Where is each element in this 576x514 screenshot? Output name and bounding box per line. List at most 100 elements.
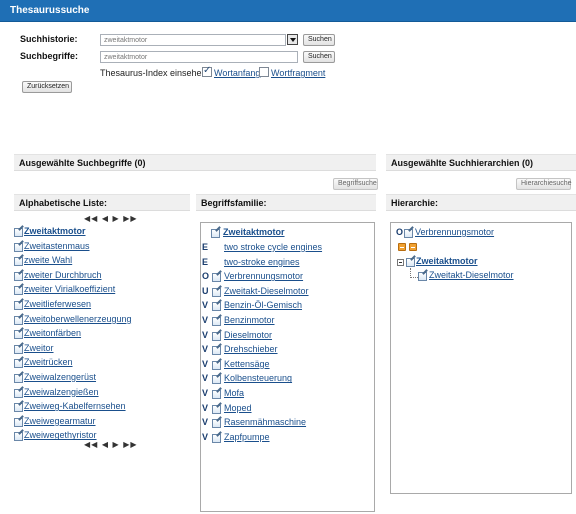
alpha-list-item[interactable]: Zweitonfärben (24, 328, 81, 338)
edit-icon[interactable] (14, 374, 23, 383)
family-title: Begriffsfamilie: (201, 198, 267, 208)
alpha-pager-top[interactable]: ◀◀ ◀ ▶ ▶▶ (84, 214, 138, 223)
wortfragment-link[interactable]: Wortfragment (271, 68, 325, 78)
family-term[interactable]: Dieselmotor (224, 330, 272, 340)
family-term[interactable]: two stroke cycle engines (224, 242, 322, 252)
family-term[interactable]: Benzin-Öl-Gemisch (224, 300, 302, 310)
alpha-list-item[interactable]: Zweitaktmotor (24, 226, 86, 236)
family-term[interactable]: Rasenmähmaschine (224, 417, 306, 427)
edit-icon[interactable] (212, 346, 221, 356)
alpha-list-item[interactable]: zweiter Virialkoeffizient (24, 284, 115, 294)
alpha-list-item[interactable]: Zweiweg-Kabelfernsehen (24, 401, 126, 411)
edit-icon[interactable] (211, 229, 220, 238)
alpha-pager-bottom[interactable]: ◀◀ ◀ ▶ ▶▶ (84, 440, 138, 449)
edit-icon[interactable] (404, 229, 413, 238)
expand-all-icon[interactable] (409, 243, 417, 251)
family-term[interactable]: Benzinmotor (224, 315, 275, 325)
edit-icon[interactable] (212, 331, 221, 341)
family-term[interactable]: Drehschieber (224, 344, 278, 354)
relation-code: E (202, 256, 209, 267)
family-term[interactable]: Verbrennungsmotor (224, 271, 303, 281)
family-term[interactable]: Zapfpumpe (224, 432, 270, 442)
edit-icon[interactable] (212, 390, 221, 399)
reset-button[interactable]: Zurücksetzen (22, 81, 72, 93)
edit-icon[interactable] (14, 228, 23, 237)
edit-icon[interactable] (14, 403, 23, 413)
edit-icon[interactable] (212, 273, 221, 283)
relation-code: V (202, 358, 209, 369)
edit-icon[interactable] (14, 388, 23, 398)
chevron-down-icon[interactable] (287, 34, 298, 45)
edit-icon[interactable] (14, 286, 23, 296)
terms-label: Suchbegriffe: (20, 51, 79, 61)
relation-code: O (202, 271, 210, 282)
selected-terms-title: Ausgewählte Suchbegriffe (0) (19, 158, 146, 168)
history-label: Suchhistorie: (20, 34, 78, 44)
relation-code: V (202, 417, 209, 428)
edit-icon[interactable] (212, 302, 221, 312)
window-title: Thesaurussuche (10, 5, 90, 16)
edit-icon[interactable] (212, 375, 221, 385)
family-term[interactable]: two-stroke engines (224, 257, 300, 267)
alpha-list-item[interactable]: Zweiwalzengerüst (24, 372, 96, 382)
alpha-list-item[interactable]: zweiter Durchbruch (24, 270, 102, 280)
relation-code: V (202, 344, 209, 355)
relation-code: V (202, 431, 209, 442)
family-term[interactable]: Mofa (224, 388, 244, 398)
edit-icon[interactable] (212, 317, 221, 326)
relation-code: U (202, 285, 209, 296)
edit-icon[interactable] (14, 417, 23, 427)
edit-icon[interactable] (418, 272, 427, 281)
edit-icon[interactable] (14, 359, 23, 369)
alpha-list-item[interactable]: zweite Wahl (24, 255, 72, 265)
hierarchy-parent-term[interactable]: Verbrennungsmotor (415, 227, 494, 237)
edit-icon[interactable] (212, 419, 221, 429)
relation-code: E (202, 242, 209, 252)
edit-icon[interactable] (14, 315, 23, 325)
edit-icon[interactable] (14, 271, 23, 281)
alpha-list-item[interactable]: Zweitastenmaus (24, 241, 90, 251)
history-search-button[interactable]: Suchen (303, 34, 335, 46)
relation-code: V (202, 402, 209, 413)
wortanfang-checkbox[interactable] (202, 65, 212, 77)
alpha-list-item[interactable]: Zweitor (24, 343, 54, 353)
alpha-list-item[interactable]: Zweitrücken (24, 357, 73, 367)
selected-hierarchies-header: Ausgewählte Suchhierarchien (0) (386, 154, 576, 171)
edit-icon[interactable] (212, 404, 221, 414)
wortanfang-link[interactable]: Wortanfang (214, 68, 260, 78)
edit-icon[interactable] (14, 242, 23, 252)
alpha-list-item[interactable]: Zweitoberwellenerzeugung (24, 314, 132, 324)
family-term[interactable]: Kolbensteuerung (224, 373, 292, 383)
edit-icon[interactable] (212, 433, 221, 443)
tree-collapse-icon[interactable] (397, 259, 404, 266)
alpha-list-title: Alphabetische Liste: (19, 198, 108, 208)
family-term[interactable]: Moped (224, 403, 252, 413)
edit-icon[interactable] (212, 360, 221, 370)
edit-icon[interactable] (14, 257, 23, 267)
edit-icon[interactable] (14, 330, 23, 340)
edit-icon[interactable] (406, 258, 415, 267)
collapse-all-icon[interactable] (398, 243, 406, 251)
family-term[interactable]: Zweitakt-Dieselmotor (224, 286, 309, 296)
edit-icon[interactable] (14, 301, 23, 310)
hierarchy-search-button[interactable]: Hierarchiesuche (516, 178, 572, 190)
edit-icon[interactable] (14, 432, 23, 442)
wortfragment-checkbox[interactable] (259, 67, 269, 77)
terms-search-button[interactable]: Suchen (303, 51, 335, 63)
hierarchy-child-term[interactable]: Zweitakt-Dieselmotor (429, 270, 514, 280)
terms-input[interactable]: zweitaktmotor (100, 51, 298, 63)
relation-code: V (202, 373, 209, 384)
family-main-term[interactable]: Zweitaktmotor (223, 227, 285, 237)
history-select[interactable]: zweitaktmotor (100, 34, 286, 46)
alpha-list-item[interactable]: Zweiwalzengießen (24, 387, 99, 397)
tree-connector (410, 277, 418, 278)
alpha-list-item[interactable]: Zweiwegethyristor (24, 430, 97, 440)
family-term[interactable]: Kettensäge (224, 359, 270, 369)
hierarchy-current-term[interactable]: Zweitaktmotor (416, 256, 478, 266)
edit-icon[interactable] (14, 344, 23, 354)
window-title-bar: Thesaurussuche (0, 0, 576, 22)
alpha-list-item[interactable]: Zweiwegearmatur (24, 416, 96, 426)
edit-icon[interactable] (212, 287, 221, 297)
alpha-list-item[interactable]: Zweitlieferwesen (24, 299, 91, 309)
term-search-button[interactable]: Begriffsuche (333, 178, 378, 190)
